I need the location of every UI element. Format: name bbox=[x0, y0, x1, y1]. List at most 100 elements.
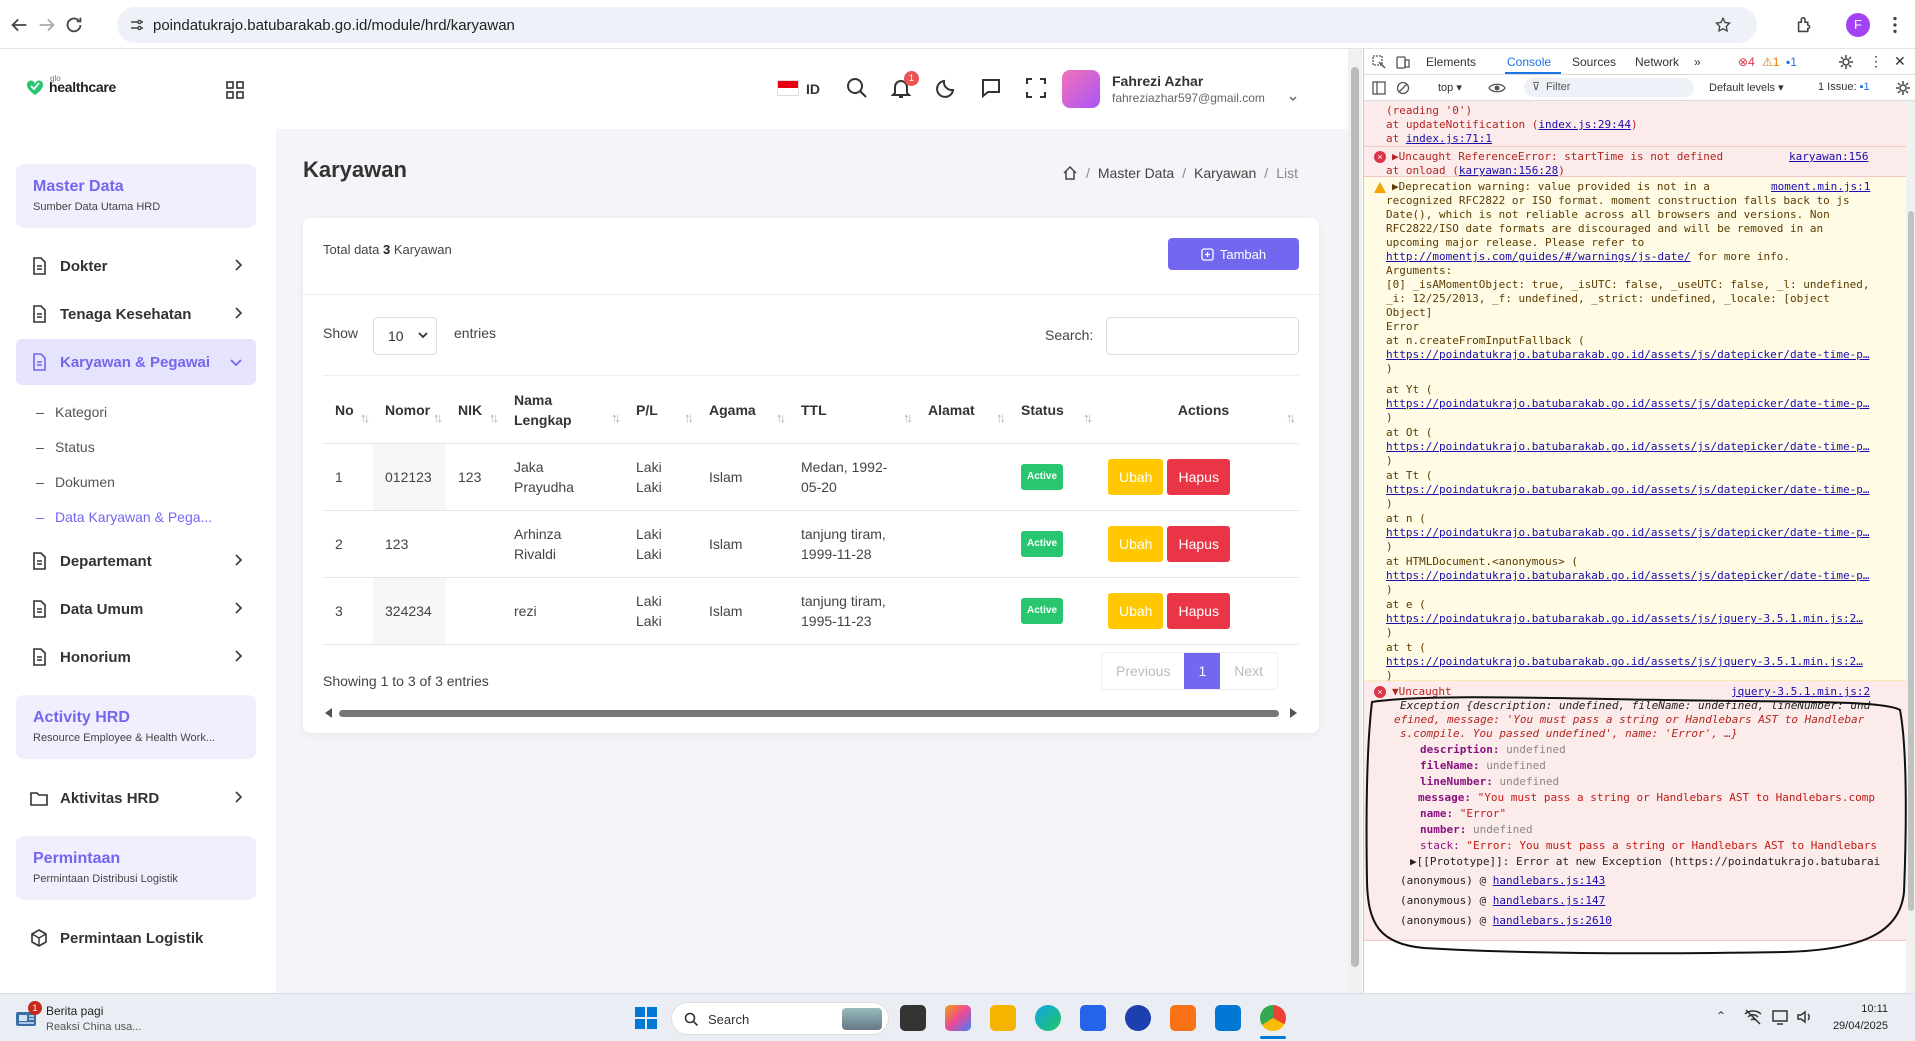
console-source-link[interactable]: moment.min.js:1 bbox=[1771, 180, 1870, 194]
news-title[interactable]: Berita pagi bbox=[46, 1004, 103, 1018]
grid-toggle-icon[interactable] bbox=[226, 81, 244, 99]
address-bar[interactable]: poindatukrajo.batubarakab.go.id/module/h… bbox=[117, 7, 1757, 43]
close-icon[interactable]: ✕ bbox=[1894, 53, 1906, 70]
console-error[interactable]: (reading '0') at updateNotification (ind… bbox=[1364, 101, 1906, 147]
gear-icon[interactable] bbox=[1838, 54, 1854, 70]
logo[interactable]: healthcare bbox=[25, 77, 116, 97]
chat-icon[interactable] bbox=[980, 77, 1002, 99]
console-filter-input[interactable]: ⊽ Filter bbox=[1524, 78, 1694, 97]
pagination-page-1[interactable]: 1 bbox=[1184, 653, 1221, 689]
bookmark-star-icon[interactable] bbox=[1714, 16, 1732, 34]
back-icon[interactable] bbox=[8, 14, 30, 36]
submenu-data-karyawan[interactable]: Data Karyawan & Pega... bbox=[36, 509, 212, 525]
eye-icon[interactable] bbox=[1488, 81, 1506, 95]
info-count[interactable]: ▪1 bbox=[1786, 55, 1797, 69]
col-actions[interactable]: Actions ↑↓ bbox=[1096, 375, 1299, 444]
sidebar-item-karyawan-pegawai[interactable]: Karyawan & Pegawai bbox=[16, 339, 256, 385]
add-employee-button[interactable]: Tambah bbox=[1168, 238, 1299, 270]
console-warning[interactable]: ▶Deprecation warning: value provided is … bbox=[1364, 177, 1906, 682]
volume-icon[interactable] bbox=[1796, 1009, 1814, 1025]
app-icon[interactable] bbox=[1125, 1005, 1151, 1031]
edit-button[interactable]: Ubah bbox=[1108, 459, 1164, 495]
table-search-input[interactable] bbox=[1106, 317, 1299, 355]
delete-button[interactable]: Hapus bbox=[1167, 593, 1230, 629]
clear-console-icon[interactable] bbox=[1396, 81, 1410, 95]
console-source-link[interactable]: https://poindatukrajo.batubarakab.go.id/… bbox=[1386, 348, 1869, 362]
col-nomor[interactable]: Nomor ↑↓ bbox=[373, 375, 446, 444]
scrollbar-thumb[interactable] bbox=[1908, 211, 1914, 911]
more-tabs-icon[interactable]: » bbox=[1694, 55, 1701, 69]
task-view-icon[interactable] bbox=[900, 1005, 926, 1031]
error-count[interactable]: ⊗4 bbox=[1738, 55, 1755, 69]
warning-count[interactable]: ⚠1 bbox=[1762, 55, 1779, 69]
taskbar-search[interactable]: Search bbox=[671, 1002, 889, 1035]
submenu-status[interactable]: Status bbox=[36, 439, 95, 455]
indonesia-flag-icon[interactable] bbox=[778, 81, 798, 95]
console-source-link[interactable]: https://poindatukrajo.batubarakab.go.id/… bbox=[1386, 483, 1869, 497]
browser-menu-icon[interactable] bbox=[1884, 14, 1906, 36]
entries-select[interactable]: 10 bbox=[373, 317, 437, 355]
context-selector[interactable]: top ▾ bbox=[1438, 81, 1462, 94]
tab-sources[interactable]: Sources bbox=[1572, 55, 1616, 69]
sidebar-toggle-icon[interactable] bbox=[1372, 81, 1386, 95]
user-avatar[interactable] bbox=[1062, 70, 1100, 108]
chrome-icon[interactable] bbox=[1260, 1005, 1286, 1031]
extensions-icon[interactable] bbox=[1794, 14, 1816, 36]
windows-start-icon[interactable] bbox=[635, 1007, 657, 1029]
console-source-link[interactable]: karyawan:156:28 bbox=[1459, 164, 1558, 177]
store-icon[interactable] bbox=[1080, 1005, 1106, 1031]
kebab-menu-icon[interactable]: ⋮ bbox=[1869, 53, 1883, 70]
moon-icon[interactable] bbox=[935, 77, 957, 99]
sidebar-item-permintaan-logistik[interactable]: Permintaan Logistik bbox=[16, 915, 256, 961]
vscode-icon[interactable] bbox=[1215, 1005, 1241, 1031]
delete-button[interactable]: Hapus bbox=[1167, 459, 1230, 495]
console-error[interactable]: × ▶Uncaught ReferenceError: startTime is… bbox=[1364, 147, 1906, 177]
table-horizontal-scrollbar[interactable] bbox=[323, 706, 1299, 720]
console-source-link[interactable]: https://poindatukrajo.batubarakab.go.id/… bbox=[1386, 569, 1869, 583]
sidebar-item-tenaga-kesehatan[interactable]: Tenaga Kesehatan bbox=[16, 291, 256, 337]
network-icon[interactable] bbox=[1744, 1009, 1762, 1025]
col-nama-lengkap[interactable]: Nama Lengkap ↑↓ bbox=[502, 375, 624, 444]
console-source-link[interactable]: index.js:29:44 bbox=[1538, 118, 1631, 131]
console-source-link[interactable]: http://momentjs.com/guides/#/warnings/js… bbox=[1386, 250, 1691, 263]
console-source-link[interactable]: https://poindatukrajo.batubarakab.go.id/… bbox=[1386, 526, 1869, 540]
console-source-link[interactable]: https://poindatukrajo.batubarakab.go.id/… bbox=[1386, 655, 1863, 669]
pagination-previous[interactable]: Previous bbox=[1102, 653, 1184, 689]
profile-avatar[interactable]: F bbox=[1846, 13, 1870, 37]
submenu-dokumen[interactable]: Dokumen bbox=[36, 474, 115, 490]
col-nik[interactable]: NIK ↑↓ bbox=[446, 375, 502, 444]
scroll-right-icon[interactable] bbox=[1289, 708, 1297, 718]
file-explorer-icon[interactable] bbox=[990, 1005, 1016, 1031]
copilot-icon[interactable] bbox=[945, 1005, 971, 1031]
col-agama[interactable]: Agama ↑↓ bbox=[697, 375, 789, 444]
sidebar-item-departemant[interactable]: Departemant bbox=[16, 538, 256, 584]
sidebar-item-data-umum[interactable]: Data Umum bbox=[16, 586, 256, 632]
news-subtitle[interactable]: Reaksi China usa... bbox=[46, 1021, 141, 1033]
console-source-link[interactable]: https://poindatukrajo.batubarakab.go.id/… bbox=[1386, 440, 1869, 454]
inspect-icon[interactable] bbox=[1372, 55, 1386, 69]
col-status[interactable]: Status ↑↓ bbox=[1009, 375, 1096, 444]
page-vertical-scrollbar[interactable] bbox=[1348, 49, 1362, 993]
chevron-down-icon[interactable] bbox=[1289, 96, 1297, 102]
breadcrumb-master-data[interactable]: Master Data bbox=[1098, 165, 1174, 181]
pagination-next[interactable]: Next bbox=[1220, 653, 1277, 689]
sidebar-item-aktivitas-hrd[interactable]: Aktivitas HRD bbox=[16, 775, 256, 821]
home-icon[interactable] bbox=[1062, 165, 1078, 181]
tab-elements[interactable]: Elements bbox=[1426, 55, 1476, 69]
device-toolbar-icon[interactable] bbox=[1396, 55, 1410, 69]
user-name[interactable]: Fahrezi Azhar bbox=[1112, 73, 1203, 89]
sidebar-item-honorium[interactable]: Honorium bbox=[16, 634, 256, 680]
clock-date[interactable]: 29/04/2025 bbox=[1822, 1020, 1888, 1032]
console-source-link[interactable]: index.js:71:1 bbox=[1406, 132, 1492, 145]
submenu-kategori[interactable]: Kategori bbox=[36, 404, 107, 420]
xampp-icon[interactable] bbox=[1170, 1005, 1196, 1031]
language-selector[interactable]: ID bbox=[806, 81, 820, 97]
tray-chevron-up-icon[interactable]: ⌃ bbox=[1716, 1009, 1726, 1023]
tab-network[interactable]: Network bbox=[1635, 55, 1679, 69]
col-alamat[interactable]: Alamat ↑↓ bbox=[916, 375, 1009, 444]
breadcrumb-karyawan[interactable]: Karyawan bbox=[1194, 165, 1256, 181]
search-icon[interactable] bbox=[846, 77, 868, 99]
console-source-link[interactable]: https://poindatukrajo.batubarakab.go.id/… bbox=[1386, 612, 1863, 626]
reload-icon[interactable] bbox=[63, 14, 85, 36]
site-info-icon[interactable] bbox=[129, 17, 145, 33]
